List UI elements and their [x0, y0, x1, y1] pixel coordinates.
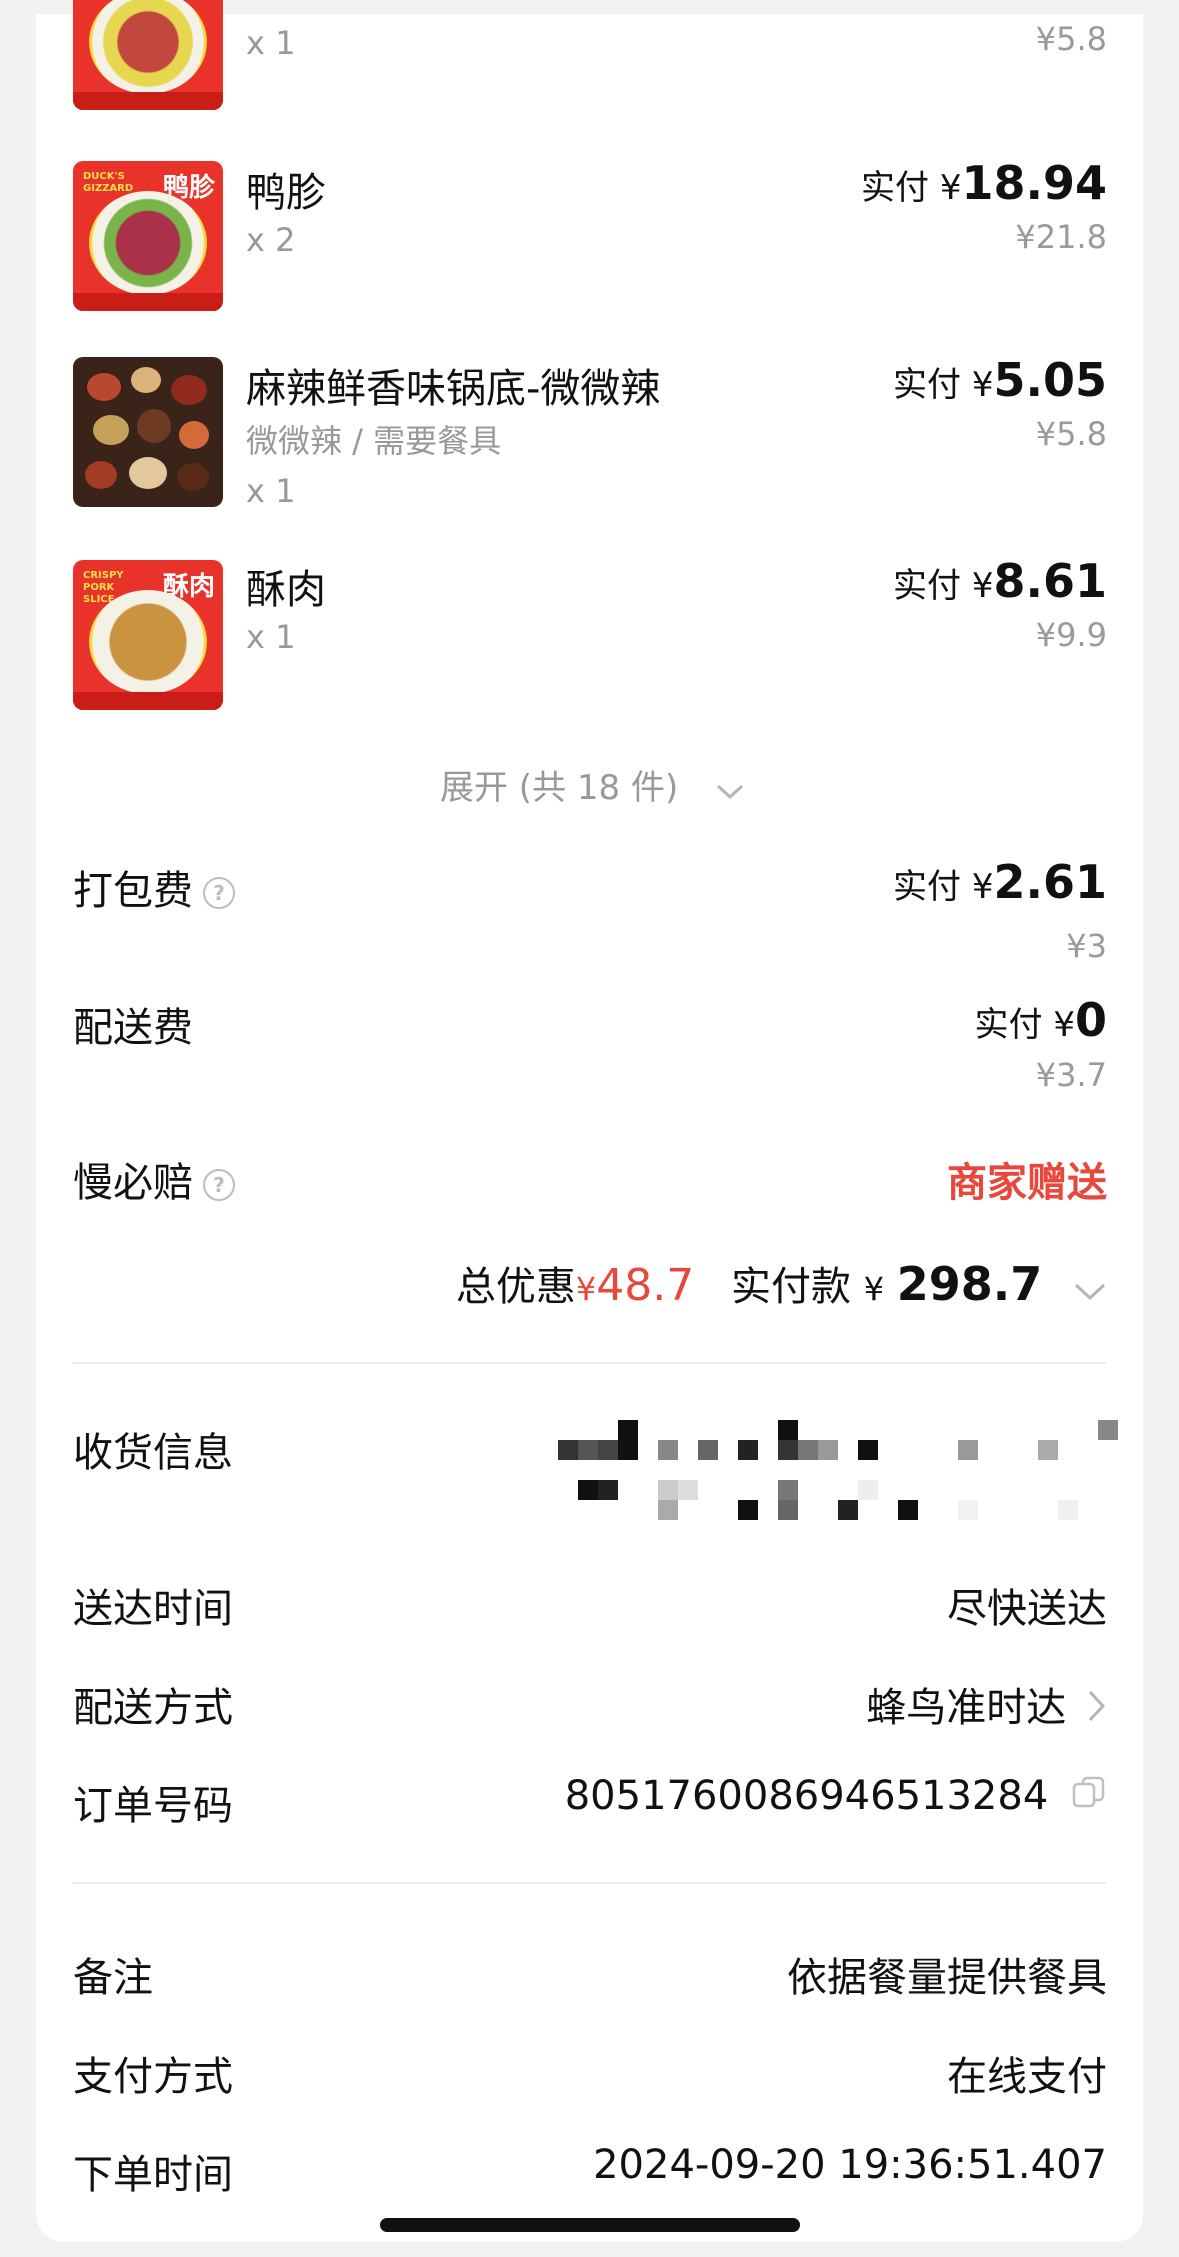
chevron-right-icon	[1087, 1687, 1107, 1733]
section-divider	[73, 1882, 1106, 1884]
item-image[interactable]	[73, 357, 223, 507]
delivery-method-label: 配送方式	[73, 1685, 233, 1731]
delivery-fee-label: 配送费	[73, 1005, 193, 1051]
packing-fee-label: 打包费?	[73, 858, 235, 916]
item-original-price: ¥5.8	[1035, 20, 1107, 58]
paid-total-label: 实付款	[730, 1264, 851, 1310]
order-total-summary[interactable]: 总优惠¥48.7 实付款 ¥ 298.7	[456, 1254, 1107, 1312]
address-redacted	[558, 1420, 1158, 1540]
home-indicator[interactable]	[380, 2218, 800, 2232]
item-name: 鸭胗	[246, 170, 326, 216]
total-discount-value: 48.7	[596, 1260, 695, 1311]
item-name: 酥肉	[246, 567, 326, 613]
item-image[interactable]: DUCK'S GIZZARD 鸭胗	[73, 161, 223, 311]
payment-method-label: 支付方式	[73, 2054, 233, 2100]
late-compensation-label: 慢必赔?	[73, 1150, 235, 1208]
item-paid-price: 实付 ¥5.05	[893, 353, 1107, 407]
copy-icon[interactable]	[1071, 1775, 1107, 1821]
item-paid-price: 实付 ¥18.94	[861, 156, 1107, 210]
question-circle-icon[interactable]: ?	[203, 877, 235, 909]
item-image[interactable]: CRISPY PORK SLICE 酥肉	[73, 560, 223, 710]
order-detail-card	[36, 14, 1143, 2242]
item-original-price: ¥21.8	[1015, 218, 1107, 256]
item-paid-price: 实付 ¥8.61	[893, 554, 1107, 608]
order-number-label: 订单号码	[73, 1783, 233, 1829]
chevron-down-icon	[1073, 1266, 1107, 1312]
item-quantity: x 1	[246, 618, 296, 656]
item-original-price: ¥9.9	[1035, 616, 1107, 654]
item-image[interactable]	[73, 0, 223, 110]
item-quantity: x 1	[246, 472, 296, 510]
delivery-time-value: 尽快送达	[947, 1586, 1107, 1632]
merchant-gift-badge: 商家赠送	[947, 1160, 1107, 1206]
remark-value: 依据餐量提供餐具	[787, 1955, 1107, 2001]
total-discount-label: 总优惠	[455, 1264, 576, 1310]
order-number-value: 8051760086946513284	[565, 1773, 1107, 1821]
item-name: 麻辣鲜香味锅底-微微辣	[246, 366, 661, 412]
delivery-time-label: 送达时间	[73, 1586, 233, 1632]
remark-label: 备注	[73, 1955, 153, 2001]
item-original-price: ¥5.8	[1035, 415, 1107, 453]
delivery-fee-paid: 实付 ¥0	[974, 993, 1107, 1047]
item-quantity: x 2	[246, 221, 296, 259]
section-divider	[73, 1362, 1106, 1364]
delivery-method-value[interactable]: 蜂鸟准时达	[866, 1675, 1107, 1733]
delivery-fee-original: ¥3.7	[1035, 1056, 1107, 1094]
question-circle-icon[interactable]: ?	[203, 1169, 235, 1201]
paid-total-value: 298.7	[896, 1257, 1043, 1311]
item-spec: 微微辣 / 需要餐具	[246, 422, 502, 460]
item-quantity: x 1	[246, 24, 296, 62]
order-time-label: 下单时间	[73, 2152, 233, 2198]
expand-items-button[interactable]: 展开 (共 18 件)	[440, 760, 745, 810]
order-time-value: 2024-09-20 19:36:51.407	[593, 2142, 1107, 2188]
address-label: 收货信息	[73, 1430, 233, 1476]
packing-fee-paid: 实付 ¥2.61	[893, 855, 1107, 909]
payment-method-value: 在线支付	[947, 2054, 1107, 2100]
packing-fee-original: ¥3	[1066, 927, 1107, 965]
chevron-down-icon	[715, 770, 745, 810]
